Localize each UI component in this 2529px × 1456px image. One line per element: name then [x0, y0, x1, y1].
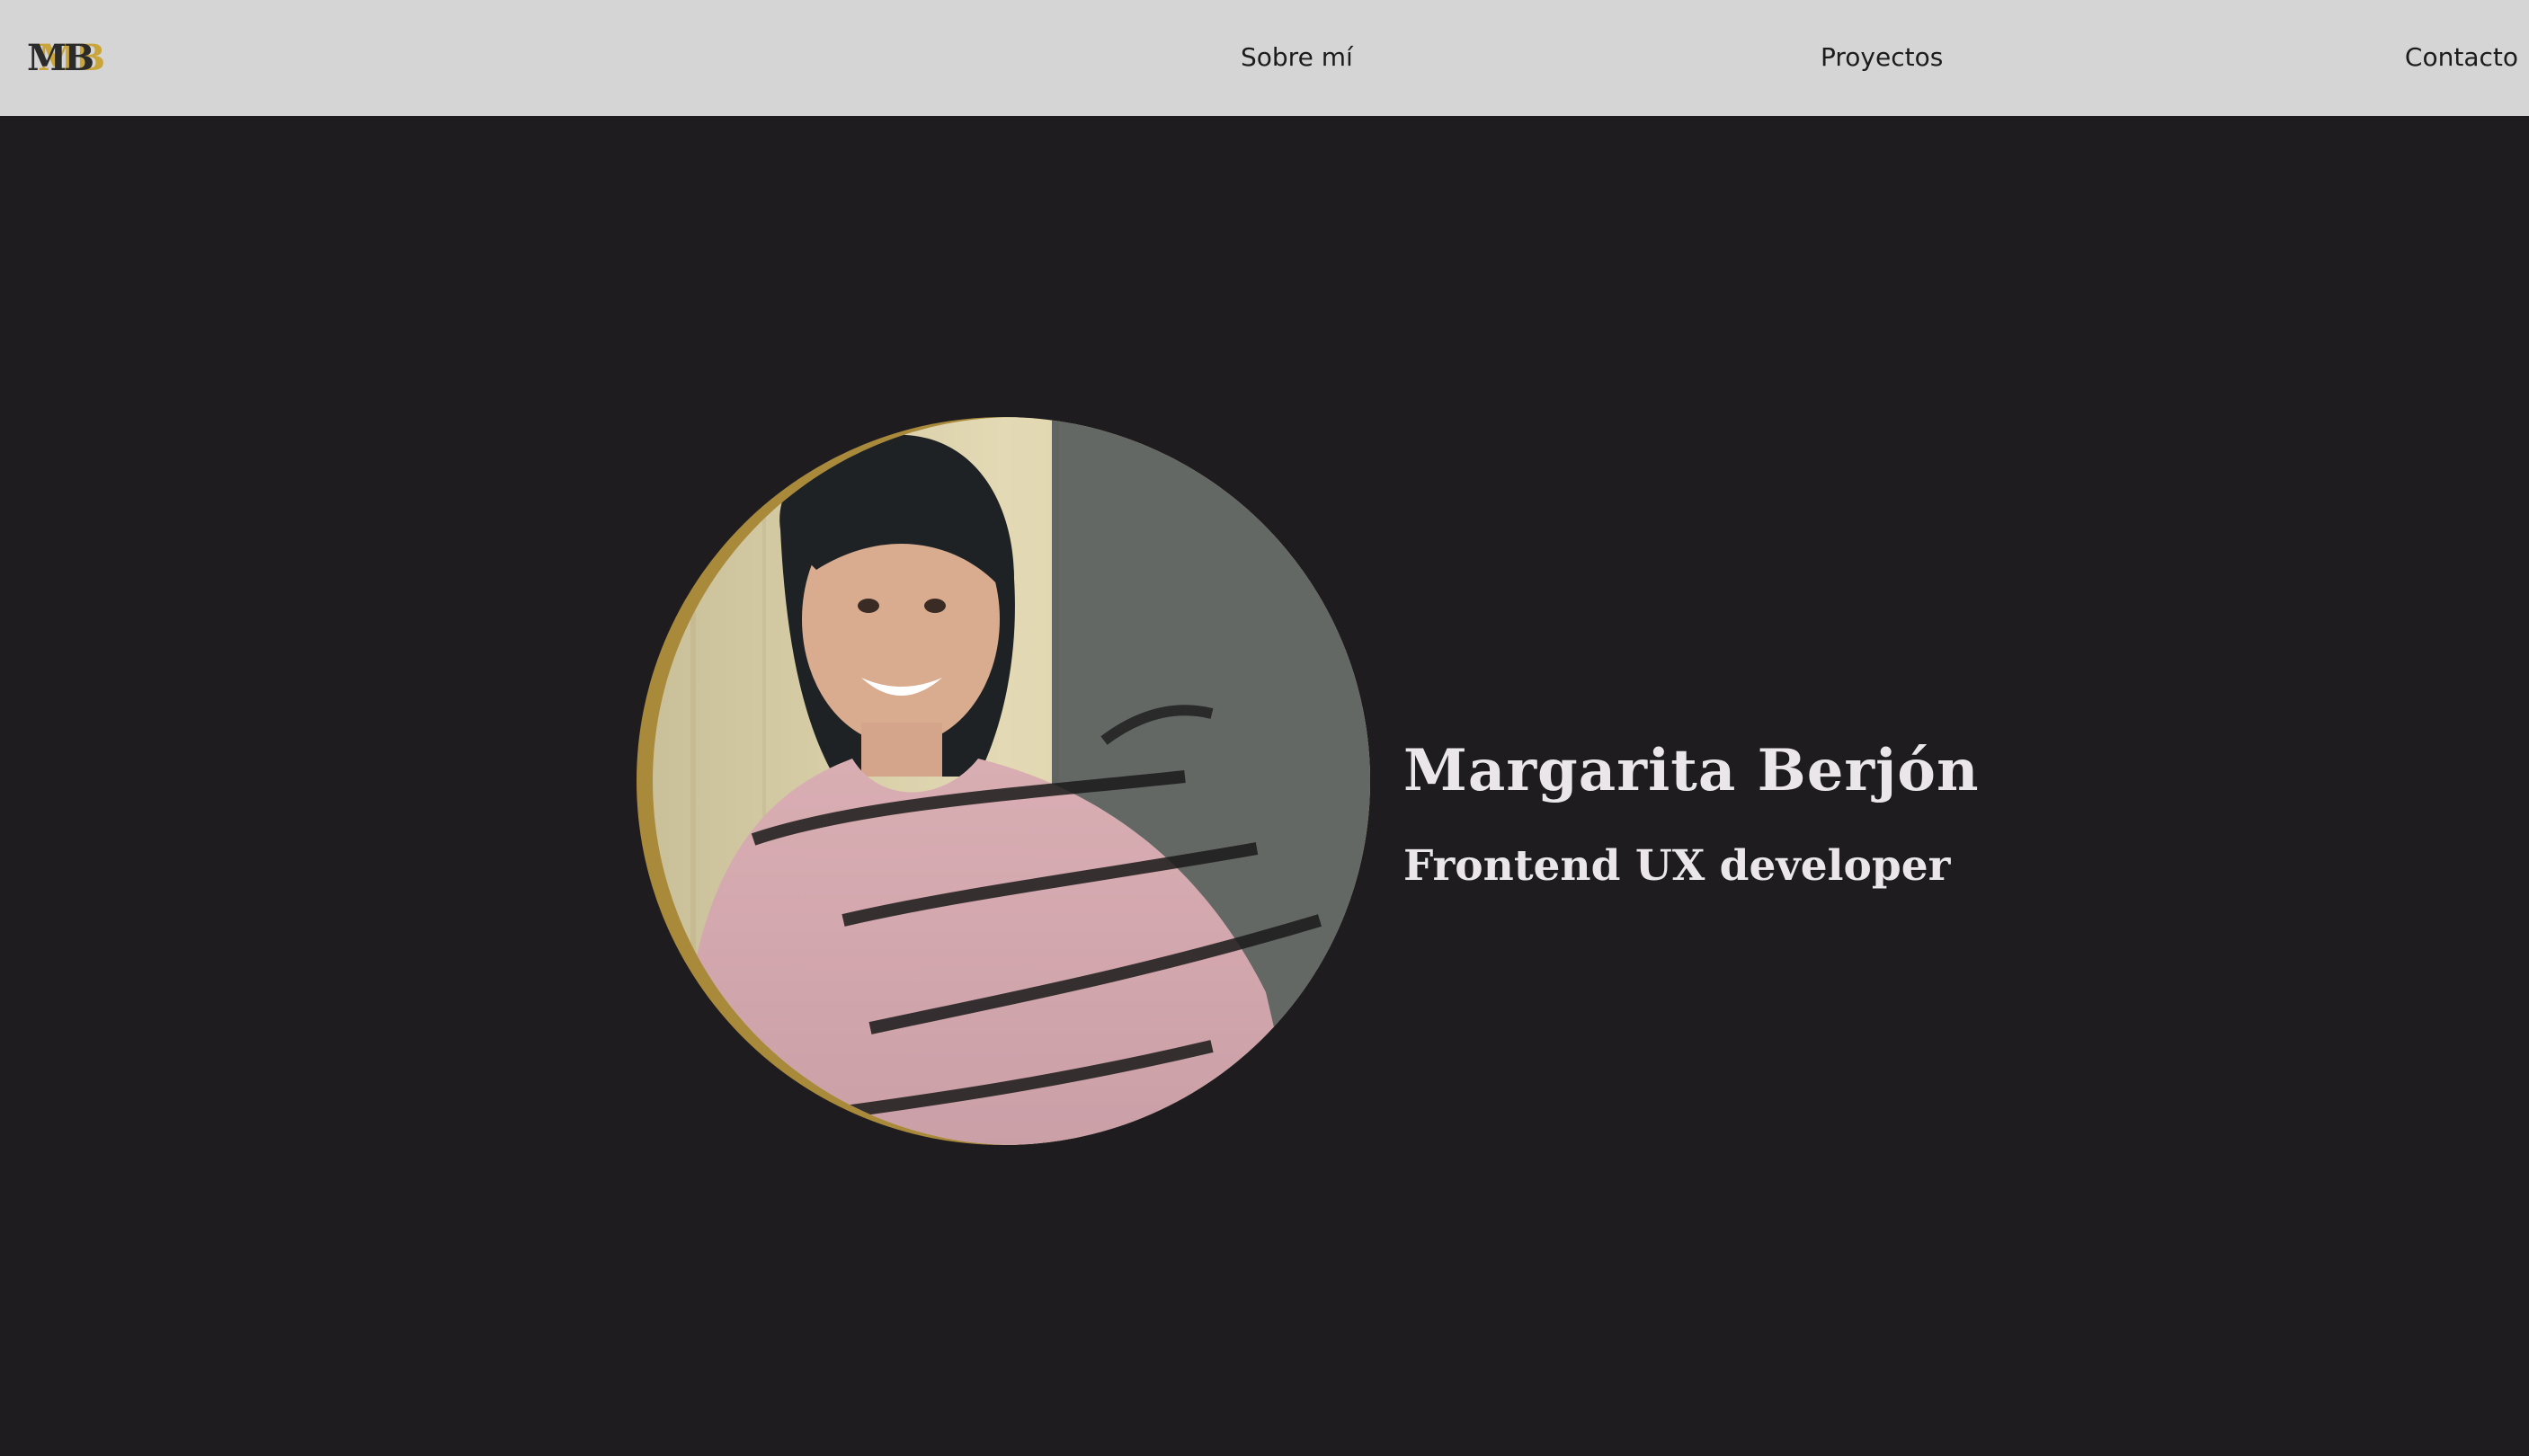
nav-link-sobre-mi[interactable]: Sobre mí — [1241, 40, 1353, 75]
profile-photo — [653, 417, 1370, 1145]
nav-link-contacto[interactable]: Contacto — [2405, 40, 2518, 75]
site-logo[interactable]: MB MB — [27, 36, 126, 81]
hero-name: Margarita Berjón — [1403, 736, 1980, 804]
top-navbar: MB MB Sobre mí Proyectos Contacto — [0, 0, 2529, 116]
logo-letters: MB — [27, 37, 94, 79]
profile-photo-frame — [637, 417, 1370, 1145]
nav-link-proyectos[interactable]: Proyectos — [1821, 40, 1943, 75]
hero-role: Frontend UX developer — [1403, 841, 1951, 891]
